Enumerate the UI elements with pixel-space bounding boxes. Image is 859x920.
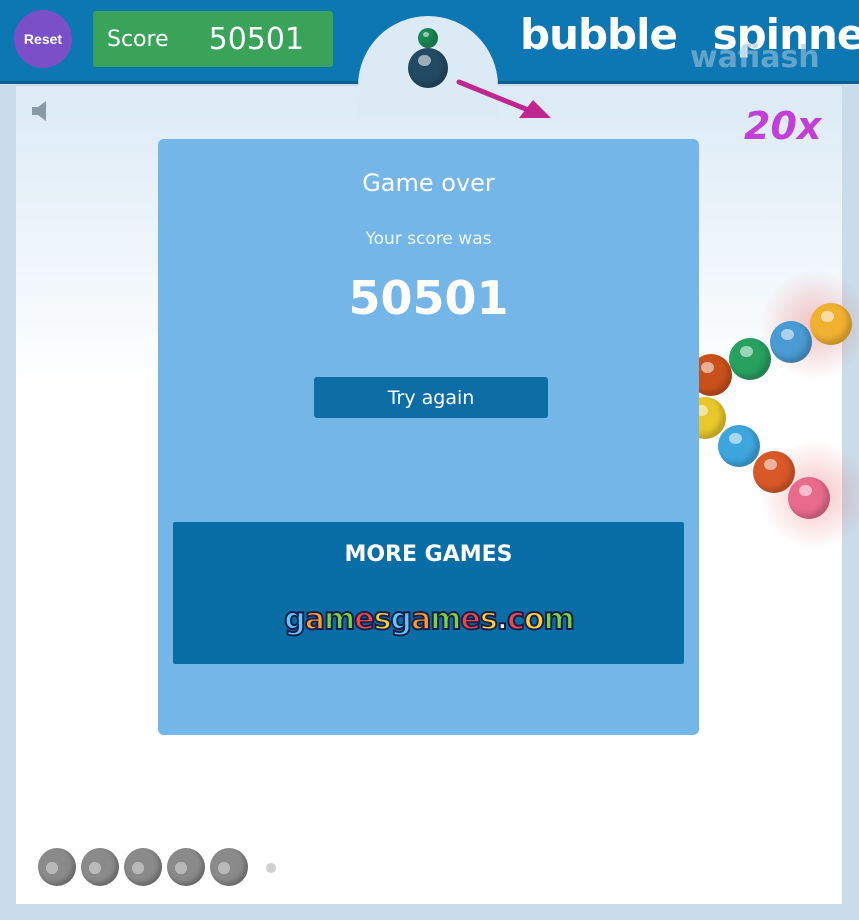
try-again-button[interactable]: Try again [314,377,548,418]
next-bubble [418,28,438,48]
life-bubble [81,848,119,886]
bubble [770,321,812,363]
reset-button[interactable]: Reset [14,10,72,68]
life-bubble [124,848,162,886]
score-value: 50501 [208,21,305,57]
logo-subtitle: wafiash [690,40,820,75]
current-bubble [408,48,448,88]
dialog-subtitle: Your score was [365,229,492,249]
score-box: Score 50501 [93,11,333,67]
bubble [718,425,760,467]
life-bubble [210,848,248,886]
final-score: 50501 [348,271,509,325]
bubble [810,303,852,345]
life-bubble [38,848,76,886]
bubble [729,338,771,380]
aim-arrow [456,79,551,118]
more-games-box: MORE GAMES gamesgames.com [173,522,684,664]
speaker-icon[interactable] [30,100,50,122]
more-games-title: MORE GAMES [344,542,513,567]
game-frame: Reset Score 50501 bubble spinner wafiash… [0,0,859,920]
dialog-title: Game over [362,169,495,197]
more-games-logo[interactable]: gamesgames.com [259,601,599,642]
bubble [753,451,795,493]
logo-word-bubble: bubble [520,10,678,59]
life-dot [266,863,276,873]
score-label: Score [107,26,169,52]
bubble [788,477,830,519]
game-over-dialog: Game over Your score was 50501 Try again… [158,139,699,735]
life-bubble [167,848,205,886]
multiplier: 20x [744,104,822,148]
